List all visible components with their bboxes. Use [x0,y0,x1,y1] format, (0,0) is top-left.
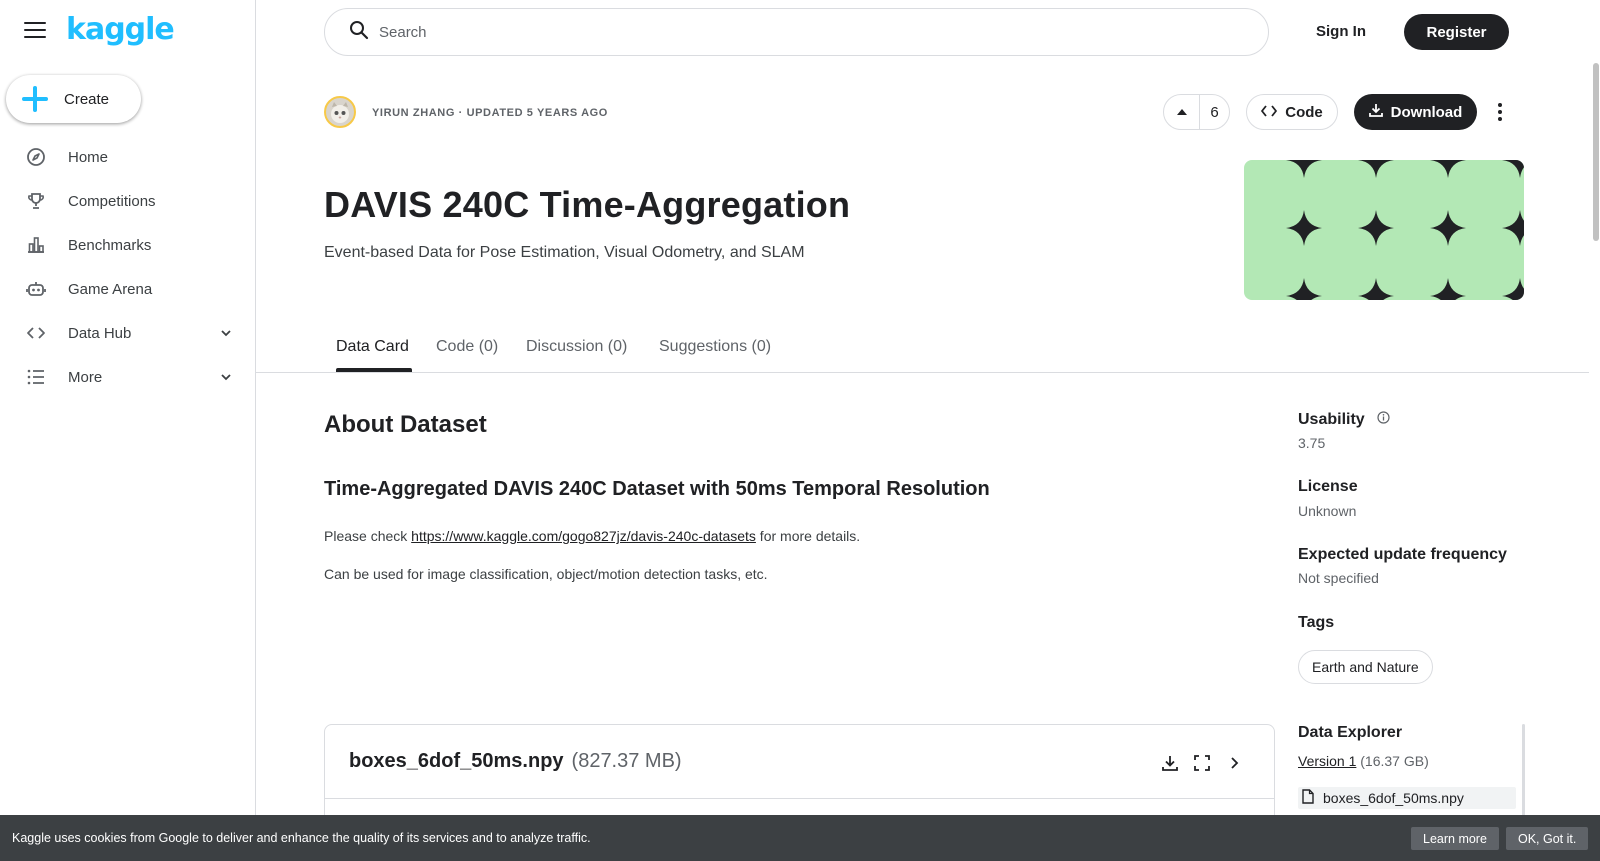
arrow-up-icon [1176,103,1188,121]
avatar[interactable] [324,96,356,128]
sidebar-nav: Home Competitions Benchmarks Game Arena … [0,135,256,399]
tab-suggestions[interactable]: Suggestions (0) [659,338,771,356]
bar-chart-icon [26,235,46,255]
chevron-right-icon[interactable] [1222,751,1246,775]
usage-paragraph: Can be used for image classification, ob… [324,566,768,582]
dataset-link[interactable]: https://www.kaggle.com/gogo827jz/davis-2… [411,528,756,544]
sidebar-item-data-hub[interactable]: Data Hub [0,311,256,355]
active-tab-indicator [336,368,412,372]
dataset-cover-image [1244,160,1524,300]
version-size: (16.37 GB) [1356,753,1429,769]
page-title: DAVIS 240C Time-Aggregation [324,184,851,225]
download-button[interactable]: Download [1354,94,1477,130]
sidebar-item-label: More [68,368,103,386]
sidebar: kaggle Create Home Competitions Benchmar… [0,0,256,861]
paragraph-text: for more details. [755,528,861,544]
accept-cookies-button[interactable]: OK, Got it. [1506,827,1589,850]
plus-icon [22,86,48,112]
data-explorer-label: Data Explorer [1298,724,1403,741]
version-info: Version 1 (16.37 GB) [1298,753,1429,769]
usability-value: 3.75 [1298,435,1326,451]
chevron-down-icon[interactable] [218,325,234,341]
tag-chip[interactable]: Earth and Nature [1298,650,1433,684]
sidebar-item-label: Competitions [68,192,156,210]
sidebar-item-label: Benchmarks [68,236,152,254]
file-name: boxes_6dof_50ms.npy [349,750,564,772]
paragraph-text: Please check [324,528,412,544]
license-label: License [1298,478,1358,495]
search-input[interactable] [379,23,1179,41]
info-icon[interactable] [1377,411,1390,429]
download-button-label: Download [1390,103,1463,121]
file-card-actions [1150,751,1246,775]
code-icon [26,323,46,343]
about-dataset-heading: About Dataset [324,411,487,438]
version-link[interactable]: Version 1 [1298,753,1356,769]
page-subtitle: Event-based Data for Pose Estimation, Vi… [324,244,805,261]
tab-discussion[interactable]: Discussion (0) [526,338,627,356]
explorer-file-name: boxes_6dof_50ms.npy [1323,790,1464,806]
sidebar-item-game-arena[interactable]: Game Arena [0,267,256,311]
search-icon [349,20,369,45]
file-icon [1302,789,1323,807]
update-frequency-label: Expected update frequency [1298,546,1507,563]
page-scrollbar[interactable] [1593,63,1599,241]
register-button[interactable]: Register [1404,14,1509,50]
sidebar-item-competitions[interactable]: Competitions [0,179,256,223]
license-value: Unknown [1298,503,1357,519]
sidebar-item-label: Game Arena [68,280,153,298]
file-card-header: boxes_6dof_50ms.npy (827.37 MB) [325,725,1274,799]
upvote-control: 6 [1163,94,1230,130]
list-icon [26,367,46,387]
trophy-icon [26,191,46,211]
description-heading: Time-Aggregated DAVIS 240C Dataset with … [324,478,990,500]
usability-label-text: Usability [1298,411,1365,429]
robot-icon [26,279,46,299]
upvote-button[interactable] [1164,95,1200,129]
cookie-banner: Kaggle uses cookies from Google to deliv… [0,815,1600,861]
file-size: (827.37 MB) [571,750,682,772]
author-update-line: YIRUN ZHANG · UPDATED 5 YEARS AGO [372,107,608,119]
sidebar-item-benchmarks[interactable]: Benchmarks [0,223,256,267]
sidebar-item-label: Data Hub [68,324,132,342]
sidebar-item-label: Home [68,148,109,166]
more-options-icon[interactable] [1490,100,1510,124]
create-label: Create [64,90,110,108]
tags-label: Tags [1298,614,1335,631]
compass-icon [26,147,46,167]
sidebar-item-home[interactable]: Home [0,135,256,179]
tab-data-card[interactable]: Data Card [336,338,409,356]
search-bar[interactable] [324,8,1269,56]
learn-more-button[interactable]: Learn more [1411,827,1499,850]
code-button[interactable]: Code [1246,94,1338,130]
explorer-file-item[interactable]: boxes_6dof_50ms.npy [1298,787,1516,809]
create-button[interactable]: Create [6,75,141,123]
explorer-scrollbar[interactable] [1522,724,1525,824]
code-icon [1261,104,1285,121]
fullscreen-icon[interactable] [1190,751,1214,775]
download-icon[interactable] [1158,751,1182,775]
usability-label: Usability [1298,411,1390,429]
download-icon [1368,103,1391,121]
sidebar-item-more[interactable]: More [0,355,256,399]
dataset-tabs: Data Card Code (0) Discussion (0) Sugges… [256,324,1589,373]
tab-code[interactable]: Code (0) [436,338,498,356]
sign-in-button[interactable]: Sign In [1300,20,1382,44]
code-button-label: Code [1285,103,1323,121]
kaggle-logo[interactable]: kaggle [66,12,175,47]
cookie-message: Kaggle uses cookies from Google to deliv… [12,831,591,845]
description-paragraph: Please check https://www.kaggle.com/gogo… [324,528,860,544]
upvote-count: 6 [1210,103,1219,121]
hamburger-menu-icon[interactable] [24,22,46,40]
chevron-down-icon[interactable] [218,369,234,385]
update-frequency-value: Not specified [1298,570,1379,586]
